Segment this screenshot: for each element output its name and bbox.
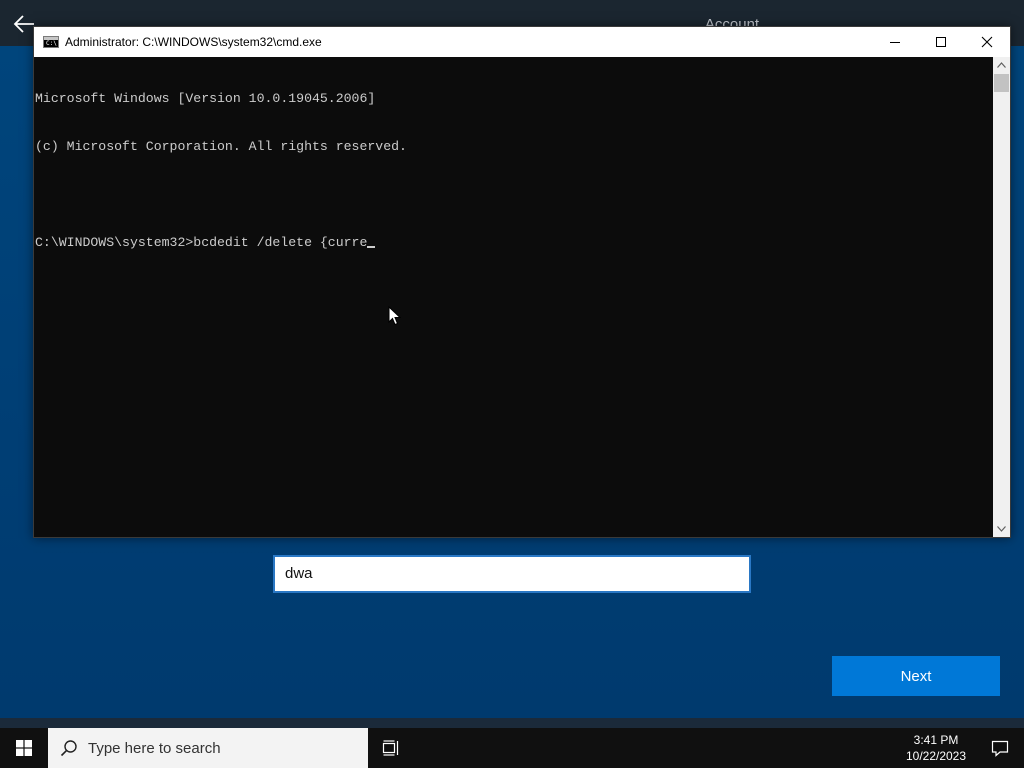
windows-logo-icon xyxy=(16,740,32,756)
notification-icon xyxy=(991,740,1009,757)
console-prompt-line: C:\WINDOWS\system32>bcdedit /delete {cur… xyxy=(35,235,994,251)
taskbar-search-box[interactable]: Type here to search xyxy=(48,728,368,768)
clock-time: 3:41 PM xyxy=(913,733,959,747)
console-command-text: C:\WINDOWS\system32>bcdedit /delete {cur… xyxy=(35,235,368,250)
start-button[interactable] xyxy=(0,728,48,768)
mouse-pointer-icon xyxy=(388,306,402,326)
cmd-app-icon: C:\ xyxy=(43,36,59,48)
chevron-up-icon xyxy=(997,62,1006,68)
console-line: (c) Microsoft Corporation. All rights re… xyxy=(35,139,407,154)
chevron-down-icon xyxy=(997,526,1006,532)
scroll-down-button[interactable] xyxy=(993,521,1010,537)
taskbar: Type here to search 3:41 PM 10/22/2023 xyxy=(0,728,1024,768)
cmd-titlebar[interactable]: C:\ Administrator: C:\WINDOWS\system32\c… xyxy=(34,27,1010,57)
name-input[interactable]: dwa xyxy=(273,555,751,593)
task-view-button[interactable] xyxy=(368,728,416,768)
back-arrow-icon xyxy=(13,15,34,33)
clock-date: 10/22/2023 xyxy=(905,749,967,763)
next-button[interactable]: Next xyxy=(832,656,1000,696)
action-center-button[interactable] xyxy=(976,728,1024,768)
cmd-window-title: Administrator: C:\WINDOWS\system32\cmd.e… xyxy=(65,35,322,49)
minimize-icon xyxy=(890,42,900,43)
search-placeholder: Type here to search xyxy=(88,739,221,757)
console-line: Microsoft Windows [Version 10.0.19045.20… xyxy=(35,91,376,106)
maximize-icon xyxy=(936,37,946,47)
close-button[interactable] xyxy=(964,27,1010,57)
close-icon xyxy=(981,36,993,48)
scroll-thumb[interactable] xyxy=(994,74,1009,92)
task-view-icon xyxy=(382,740,399,756)
oobe-bottom-strip xyxy=(0,718,1024,728)
maximize-button[interactable] xyxy=(918,27,964,57)
vertical-scrollbar[interactable] xyxy=(993,57,1010,537)
cmd-window[interactable]: C:\ Administrator: C:\WINDOWS\system32\c… xyxy=(33,26,1011,538)
text-cursor xyxy=(367,246,376,248)
scroll-up-button[interactable] xyxy=(993,57,1010,73)
search-icon xyxy=(60,739,78,757)
minimize-button[interactable] xyxy=(872,27,918,57)
console-output[interactable]: Microsoft Windows [Version 10.0.19045.20… xyxy=(34,57,994,537)
system-clock[interactable]: 3:41 PM 10/22/2023 xyxy=(896,732,976,764)
